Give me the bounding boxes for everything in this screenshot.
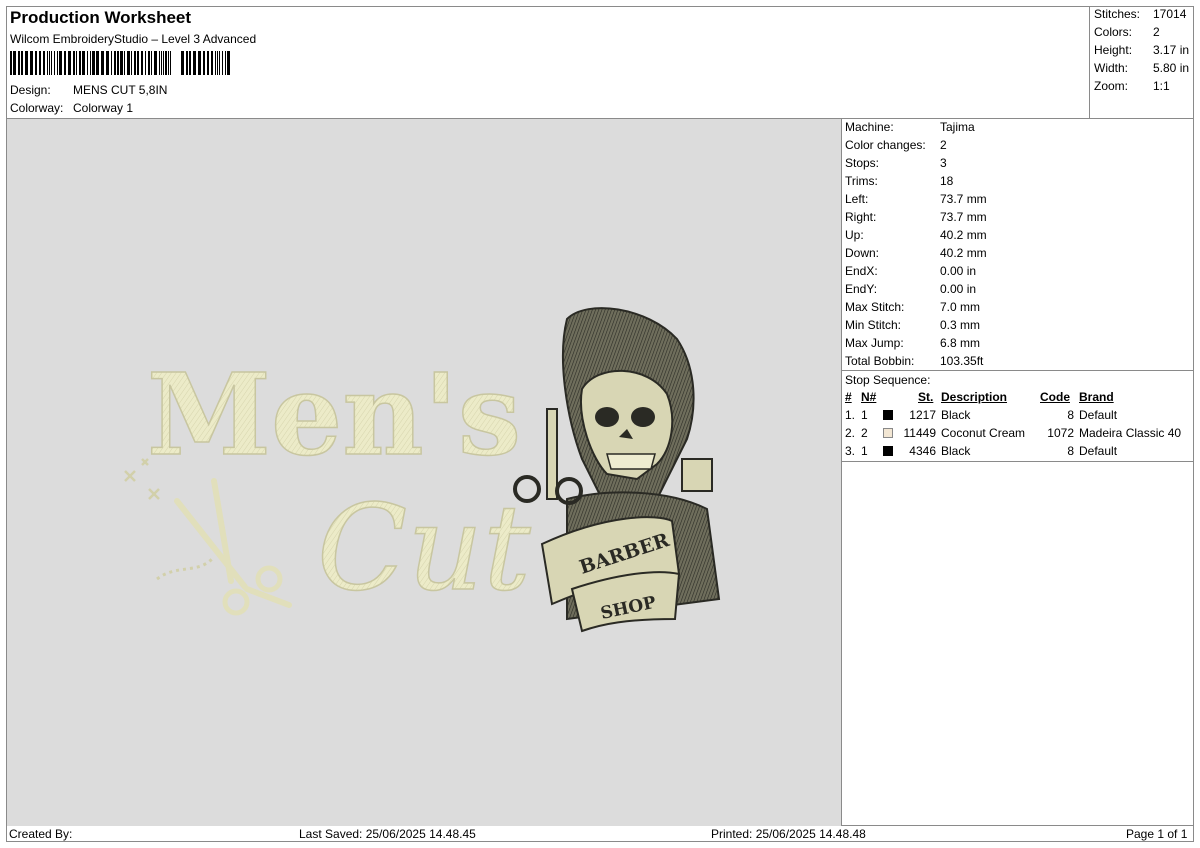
stop-sequence-title: Stop Sequence: [845,373,931,387]
row-brand: Madeira Classic 40 [1079,426,1182,440]
colorway-label: Colorway: [10,101,64,115]
props-divider [841,370,1194,371]
col-code: Code [1040,390,1070,404]
property-value: 7.0 mm [940,300,981,314]
property-value: Tajima [940,120,975,134]
property-value: 40.2 mm [940,246,987,260]
design-value: MENS CUT 5,8IN [73,83,168,97]
row-description: Black [941,444,971,458]
color-swatch [883,410,893,420]
row-brand: Default [1079,444,1118,458]
row-stitches: 11449 [903,426,936,440]
row-description: Coconut Cream [941,426,1026,440]
col-n: N# [861,390,877,404]
property-value: 0.00 in [940,282,977,296]
property-label: Up: [845,228,864,242]
last-saved: Last Saved: 25/06/2025 14.48.45 [299,827,476,841]
cut-text: Cut [317,479,531,617]
property-label: Right: [845,210,877,224]
table-row: 1. 1 1217 Black 8 Default [843,408,1193,426]
property-label: Left: [845,192,869,206]
panel-divider [841,118,842,826]
col-description: Description [941,390,1008,404]
row-stitches: 4346 [909,444,936,458]
row-num: 1. [845,408,856,422]
property-label: Trims: [845,174,878,188]
design-label: Design: [10,83,51,97]
color-swatch [883,428,893,438]
col-num: # [845,390,852,404]
skull-barber-illustration: BARBER SHOP [513,307,721,633]
table-row: 2. 2 11449 Coconut Cream 1072 Madeira Classic… [843,426,1193,444]
property-value: 18 [940,174,954,188]
property-value: 73.7 mm [940,192,987,206]
embroidery-design: Men's Cut BARBER SHOP [124,307,721,633]
row-code: 8 [1067,408,1074,422]
color-swatch [883,446,893,456]
summary-divider [1089,6,1090,118]
scissors-icon [174,478,292,616]
property-label: Color changes: [845,138,926,152]
row-code: 1072 [1047,426,1074,440]
mens-text: Men's [147,350,521,481]
property-value: 0.3 mm [940,318,981,332]
row-stitches: 1217 [909,408,936,422]
property-value: 40.2 mm [940,228,987,242]
row-code: 8 [1067,444,1074,458]
property-label: Down: [845,246,880,260]
property-value: 103.35ft [940,354,984,368]
row-n: 1 [861,444,868,458]
property-value: 3 [940,156,947,170]
property-label: Total Bobbin: [845,354,915,368]
barcode [10,51,230,75]
property-label: EndX: [845,264,878,278]
row-num: 3. [845,444,856,458]
created-by: Created By: [9,827,73,841]
row-num: 2. [845,426,856,440]
software-name: Wilcom EmbroideryStudio – Level 3 Advanc… [10,32,257,46]
property-value: 73.7 mm [940,210,987,224]
property-value: 2 [940,138,947,152]
printed-date: Printed: 25/06/2025 14.48.48 [711,827,866,841]
design-preview-canvas: Men's Cut BARBER SHOP [7,119,841,826]
row-n: 1 [861,408,868,422]
design-row: Design: MENS CUT 5,8IN [10,83,167,98]
row-description: Black [941,408,971,422]
property-label: EndY: [845,282,878,296]
property-value: 6.8 mm [940,336,981,350]
row-n: 2 [861,426,868,440]
colorway-row: Colorway: Colorway 1 [10,101,133,116]
property-label: Max Jump: [845,336,904,350]
table-row: 3. 1 4346 Black 8 Default [843,444,1193,462]
trail-dots [156,557,214,581]
col-brand: Brand [1079,390,1114,404]
property-label: Machine: [845,120,894,134]
worksheet-title: Production Worksheet [10,8,192,27]
property-value: 0.00 in [940,264,977,278]
property-label: Min Stitch: [845,318,902,332]
page-number: Page 1 of 1 [1126,827,1188,841]
property-label: Max Stitch: [845,300,905,314]
col-st: St. [918,390,934,404]
property-label: Stops: [845,156,880,170]
row-brand: Default [1079,408,1118,422]
colorway-value: Colorway 1 [73,101,134,115]
